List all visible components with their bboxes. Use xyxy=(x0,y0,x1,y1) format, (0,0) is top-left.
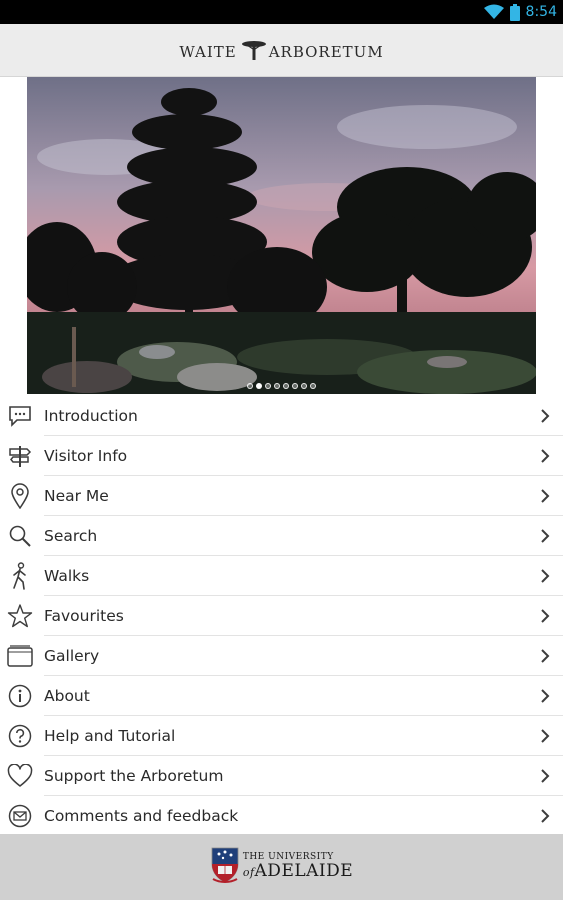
info-icon xyxy=(7,683,33,709)
signpost-icon xyxy=(7,443,33,469)
wifi-icon xyxy=(483,4,504,20)
menu-item-walks[interactable]: Walks xyxy=(0,556,563,596)
speech-bubble-icon xyxy=(7,403,33,429)
menu-item-favourites[interactable]: Favourites xyxy=(0,596,563,636)
chevron-right-icon xyxy=(537,768,553,784)
menu-label: Visitor Info xyxy=(44,447,128,465)
university-of: of xyxy=(242,866,255,879)
university-adelaide: ADELAIDE xyxy=(254,861,354,881)
app-logo: WAITE ARBORETUM xyxy=(179,40,383,60)
chevron-right-icon xyxy=(537,608,553,624)
logo-word-left: WAITE xyxy=(179,43,237,61)
menu-label: About xyxy=(44,687,90,705)
carousel-dot[interactable] xyxy=(292,383,298,389)
menu-item-support-the-arboretum[interactable]: Support the Arboretum xyxy=(0,756,563,796)
menu-item-about[interactable]: About xyxy=(0,676,563,716)
mail-icon xyxy=(7,803,33,829)
chevron-right-icon xyxy=(537,648,553,664)
menu-item-near-me[interactable]: Near Me xyxy=(0,476,563,516)
logo-word-right: ARBORETUM xyxy=(268,43,384,61)
tree-logo-icon xyxy=(241,40,267,60)
status-bar: 8:54 xyxy=(0,0,563,24)
hero-photo xyxy=(27,77,536,394)
chevron-right-icon xyxy=(537,488,553,504)
main-menu: Introduction Visitor Info Near Me Search… xyxy=(0,396,563,836)
location-pin-icon xyxy=(7,483,33,509)
menu-item-introduction[interactable]: Introduction xyxy=(0,396,563,436)
star-icon xyxy=(7,603,33,629)
app-header: WAITE ARBORETUM xyxy=(0,24,563,77)
carousel-dot[interactable] xyxy=(301,383,307,389)
menu-item-help-and-tutorial[interactable]: Help and Tutorial xyxy=(0,716,563,756)
chevron-right-icon xyxy=(537,728,553,744)
chevron-right-icon xyxy=(537,448,553,464)
carousel-dot[interactable] xyxy=(283,383,289,389)
chevron-right-icon xyxy=(537,568,553,584)
carousel-dot[interactable] xyxy=(247,383,253,389)
status-clock: 8:54 xyxy=(525,4,557,20)
search-icon xyxy=(7,523,33,549)
university-logo[interactable]: THE UNIVERSITY ofADELAIDE xyxy=(210,846,353,888)
menu-label: Near Me xyxy=(44,487,109,505)
menu-label: Gallery xyxy=(44,647,100,665)
carousel-dot[interactable] xyxy=(274,383,280,389)
menu-item-comments-and-feedback[interactable]: Comments and feedback xyxy=(0,796,563,836)
university-line-2: ofADELAIDE xyxy=(243,862,353,882)
menu-item-visitor-info[interactable]: Visitor Info xyxy=(0,436,563,476)
battery-icon xyxy=(509,3,520,21)
gallery-icon xyxy=(7,643,33,669)
menu-label: Comments and feedback xyxy=(44,807,239,825)
carousel-indicator[interactable] xyxy=(27,383,536,389)
carousel-dot[interactable] xyxy=(265,383,271,389)
footer: THE UNIVERSITY ofADELAIDE xyxy=(0,834,563,900)
heart-icon xyxy=(7,763,33,789)
menu-label: Introduction xyxy=(44,407,138,425)
chevron-right-icon xyxy=(537,528,553,544)
university-crest-icon xyxy=(210,846,240,888)
menu-label: Walks xyxy=(44,567,90,585)
university-name: THE UNIVERSITY ofADELAIDE xyxy=(243,852,353,882)
menu-label: Support the Arboretum xyxy=(44,767,224,785)
menu-item-search[interactable]: Search xyxy=(0,516,563,556)
menu-label: Favourites xyxy=(44,607,124,625)
help-icon xyxy=(7,723,33,749)
carousel-dot[interactable] xyxy=(310,383,316,389)
walking-person-icon xyxy=(7,562,33,590)
chevron-right-icon xyxy=(537,688,553,704)
hero-carousel[interactable] xyxy=(27,77,536,394)
carousel-dot-active[interactable] xyxy=(256,383,262,389)
menu-item-gallery[interactable]: Gallery xyxy=(0,636,563,676)
chevron-right-icon xyxy=(537,808,553,824)
menu-label: Help and Tutorial xyxy=(44,727,176,745)
chevron-right-icon xyxy=(537,408,553,424)
menu-label: Search xyxy=(44,527,98,545)
